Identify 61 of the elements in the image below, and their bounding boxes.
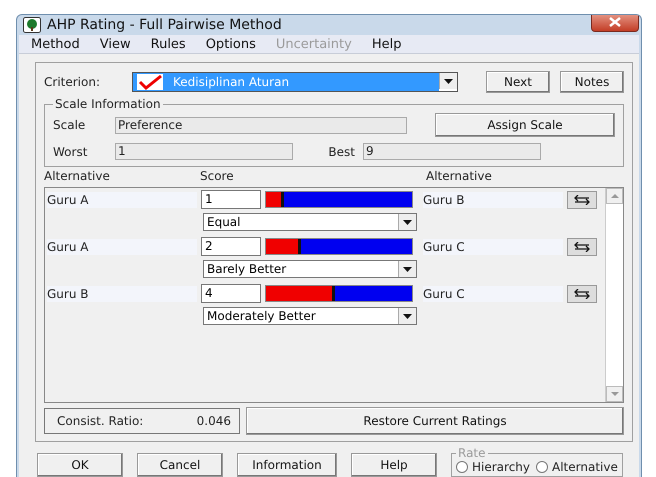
score-field[interactable]: 2 [201, 237, 261, 256]
menu-item[interactable]: Help [372, 36, 402, 52]
window-title: AHP Rating - Full Pairwise Method [47, 17, 283, 34]
dialog-button[interactable]: OK [37, 453, 123, 477]
radio-button[interactable] [536, 461, 548, 473]
best-label: Best [327, 144, 355, 158]
assign-scale-button[interactable]: Assign Scale [435, 113, 615, 137]
score-field[interactable]: 4 [201, 284, 261, 303]
scale-field: Preference [115, 116, 407, 134]
alternative-cell: Guru B [423, 192, 563, 208]
worst-field: 1 [115, 143, 293, 160]
dialog-button[interactable]: Next [486, 71, 550, 93]
dialog-button[interactable]: Information [237, 453, 337, 477]
alternative-cell: Guru C [423, 238, 563, 254]
scale-label: Scale [53, 118, 86, 132]
dialog-button[interactable]: Help [351, 453, 437, 477]
close-button[interactable] [591, 15, 639, 32]
scroll-down-icon [610, 392, 618, 396]
swap-button[interactable] [567, 190, 597, 208]
restore-ratings-button[interactable]: Restore Current Ratings [246, 407, 624, 435]
swap-button[interactable] [567, 284, 597, 302]
radio-button[interactable] [456, 461, 468, 473]
consistency-value: 0.046 [196, 414, 231, 428]
score-field[interactable]: 1 [201, 190, 261, 209]
tree-icon [23, 17, 41, 34]
criterion-value: Kedisiplinan Aturan [173, 75, 290, 89]
group-title: Scale Information [54, 97, 162, 111]
alternative-cell: Guru C [423, 286, 563, 302]
radio-label: Alternative [552, 460, 618, 474]
column-header: Score [200, 169, 235, 183]
best-field: 9 [363, 143, 541, 160]
alternative-cell: Guru B [47, 286, 197, 302]
criterion-label: Criterion: [44, 75, 101, 89]
dialog-button[interactable]: Cancel [137, 453, 223, 477]
scrollbar[interactable] [605, 188, 623, 402]
swap-arrows-icon [573, 194, 591, 204]
dialog-button[interactable]: Notes [560, 71, 624, 93]
worst-label: Worst [53, 144, 88, 158]
dropdown-arrow-icon [403, 220, 412, 224]
column-header: Alternative [44, 169, 111, 183]
dropdown-arrow-icon [403, 266, 412, 272]
menu-item[interactable]: View [100, 36, 131, 52]
menu-item[interactable]: Rules [150, 36, 186, 52]
column-header: Alternative [426, 169, 493, 183]
menu-item[interactable]: Options [206, 36, 256, 52]
verbal-dropdown[interactable]: Barely Better [203, 260, 417, 278]
radio-label: Hierarchy [472, 460, 530, 474]
consistency-label: Consist. Ratio: [57, 414, 144, 428]
close-icon [609, 17, 621, 28]
alternative-cell: Guru A [47, 192, 197, 208]
alternative-cell: Guru A [47, 238, 197, 254]
swap-arrows-icon [573, 242, 591, 252]
menu-item[interactable]: Method [31, 36, 80, 52]
verbal-dropdown[interactable]: Equal [203, 213, 417, 231]
dropdown-arrow-icon [444, 78, 453, 84]
swap-button[interactable] [567, 238, 597, 256]
scroll-up-icon [610, 194, 618, 198]
swap-arrows-icon [573, 288, 591, 298]
verbal-dropdown[interactable]: Moderately Better [203, 307, 417, 325]
group-title: Rate [457, 446, 487, 460]
dropdown-arrow-icon [403, 314, 412, 318]
